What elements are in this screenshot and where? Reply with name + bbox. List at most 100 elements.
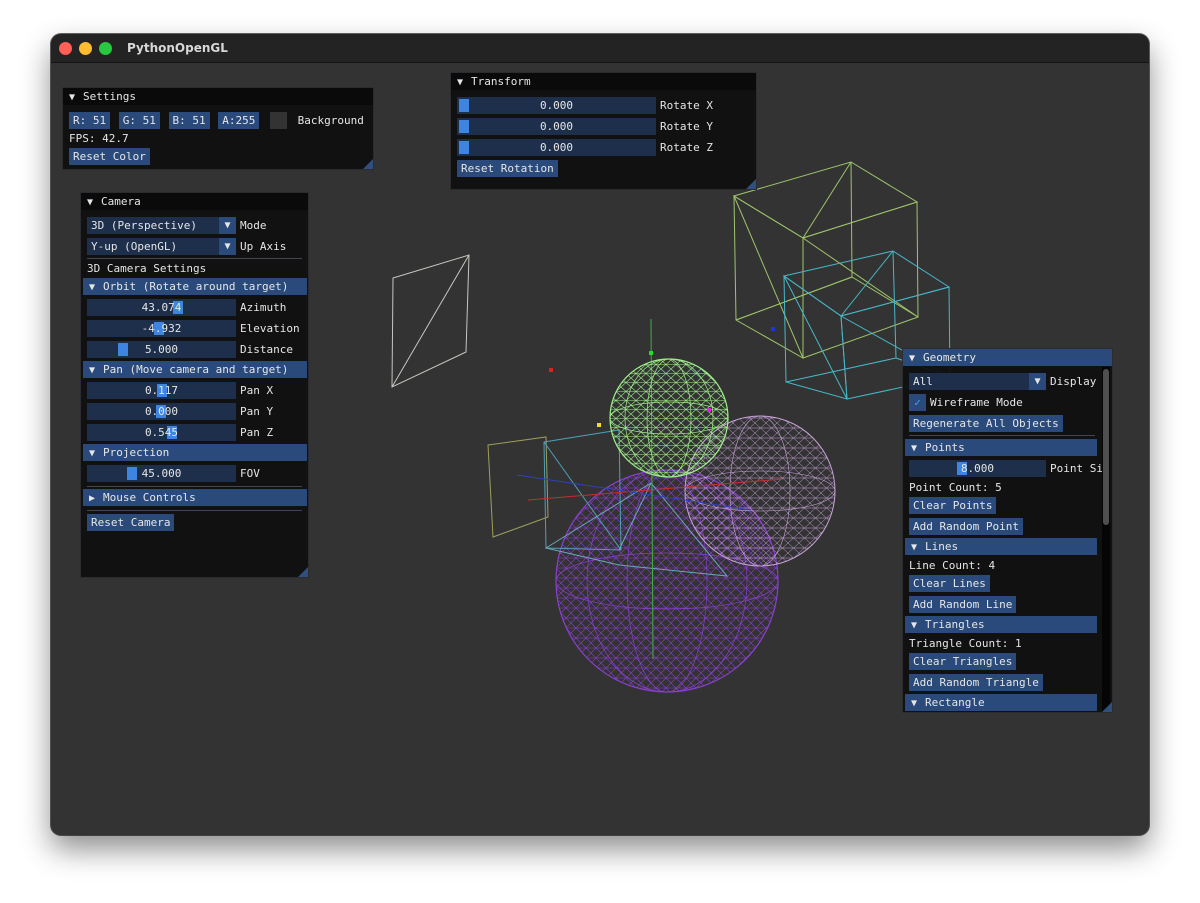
geometry-panel[interactable]: ▼ Geometry All ▼ Display ✓ Wireframe Mode Re…: [902, 348, 1113, 713]
distance-slider[interactable]: 5.000: [87, 341, 236, 358]
slider-grab[interactable]: [459, 99, 469, 112]
elevation-label: Elevation: [240, 322, 300, 335]
up-axis-label: Up Axis: [240, 240, 287, 253]
collapse-arrow-icon[interactable]: ▼: [89, 445, 103, 462]
triangles-header[interactable]: ▼ Triangles: [905, 616, 1097, 633]
wireframe-checkbox[interactable]: ✓: [909, 394, 926, 411]
point-yellow: [597, 423, 601, 427]
camera-settings-label: 3D Camera Settings: [87, 262, 207, 275]
collapse-arrow-icon[interactable]: ▼: [911, 617, 925, 634]
display-dropdown[interactable]: All ▼: [909, 373, 1046, 390]
point-red: [549, 368, 553, 372]
reset-rotation-button[interactable]: Reset Rotation: [457, 160, 558, 177]
transform-panel[interactable]: ▼ Transform 0.000 Rotate X 0.000 Rotate Y 0…: [450, 72, 757, 190]
point-magenta: [707, 408, 711, 412]
collapse-arrow-icon[interactable]: ▼: [69, 89, 83, 106]
collapse-arrow-icon[interactable]: ▼: [911, 440, 925, 457]
points-header[interactable]: ▼ Points: [905, 439, 1097, 456]
point-size-label: Point Si: [1050, 462, 1103, 475]
azimuth-label: Azimuth: [240, 301, 287, 314]
mouse-controls-header[interactable]: ▶ Mouse Controls: [83, 489, 307, 506]
color-b-field[interactable]: B: 51: [168, 112, 210, 129]
close-button[interactable]: [59, 42, 72, 55]
chevron-down-icon[interactable]: ▼: [1029, 373, 1046, 390]
settings-title: Settings: [83, 90, 136, 103]
up-axis-dropdown[interactable]: Y-up (OpenGL) ▼: [87, 238, 236, 255]
chevron-down-icon[interactable]: ▼: [219, 238, 236, 255]
collapse-arrow-icon[interactable]: ▼: [89, 362, 103, 379]
resize-grip[interactable]: [363, 159, 373, 169]
geometry-title: Geometry: [923, 351, 976, 364]
add-random-point-button[interactable]: Add Random Point: [909, 518, 1023, 535]
collapse-arrow-icon[interactable]: ▼: [457, 74, 471, 91]
point-size-slider[interactable]: 8.000: [909, 460, 1046, 477]
projection-header[interactable]: ▼ Projection: [83, 444, 307, 461]
resize-grip[interactable]: [298, 567, 308, 577]
rotate-z-slider[interactable]: 0.000: [457, 139, 656, 156]
camera-panel[interactable]: ▼ Camera 3D (Perspective) ▼ Mode Y-up (Open…: [80, 192, 309, 578]
collapse-arrow-icon[interactable]: ▼: [89, 279, 103, 296]
slider-grab[interactable]: [127, 467, 137, 480]
pan-x-slider[interactable]: 0.117: [87, 382, 236, 399]
geometry-title-bar[interactable]: ▼ Geometry: [903, 349, 1112, 366]
reset-camera-button[interactable]: Reset Camera: [87, 514, 175, 531]
line-count-text: Line Count: 4: [909, 559, 996, 572]
collapse-arrow-icon[interactable]: ▼: [911, 539, 925, 556]
clear-triangles-button[interactable]: Clear Triangles: [909, 653, 1017, 670]
lines-header[interactable]: ▼ Lines: [905, 538, 1097, 555]
elevation-slider[interactable]: -4.932: [87, 320, 236, 337]
add-random-line-button[interactable]: Add Random Line: [909, 596, 1017, 613]
camera-title-bar[interactable]: ▼ Camera: [81, 193, 308, 210]
color-r-field[interactable]: R: 51: [69, 112, 111, 129]
reset-color-button[interactable]: Reset Color: [69, 148, 150, 165]
resize-grip[interactable]: [746, 179, 756, 189]
pan-z-slider[interactable]: 0.545: [87, 424, 236, 441]
maximize-button[interactable]: [99, 42, 112, 55]
display-label: Display: [1050, 375, 1097, 388]
expand-arrow-icon[interactable]: ▶: [89, 490, 103, 507]
slider-grab[interactable]: [118, 343, 128, 356]
pan-header[interactable]: ▼ Pan (Move camera and target): [83, 361, 307, 378]
pan-y-label: Pan Y: [240, 405, 274, 418]
background-color-swatch[interactable]: [270, 112, 287, 129]
window-title: PythonOpenGL: [127, 41, 228, 55]
rectangle-header[interactable]: ▼ Rectangle: [905, 694, 1097, 711]
chevron-down-icon[interactable]: ▼: [219, 217, 236, 234]
rotate-z-label: Rotate Z: [660, 141, 713, 154]
color-a-field[interactable]: A:255: [218, 112, 260, 129]
slider-grab[interactable]: [459, 120, 469, 133]
transform-title-bar[interactable]: ▼ Transform: [451, 73, 756, 90]
minimize-button[interactable]: [79, 42, 92, 55]
title-bar[interactable]: PythonOpenGL: [51, 34, 1149, 63]
pan-y-slider[interactable]: 0.000: [87, 403, 236, 420]
color-g-field[interactable]: G: 51: [118, 112, 160, 129]
orbit-header[interactable]: ▼ Orbit (Rotate around target): [83, 278, 307, 295]
slider-grab[interactable]: [459, 141, 469, 154]
rotate-y-slider[interactable]: 0.000: [457, 118, 656, 135]
distance-label: Distance: [240, 343, 293, 356]
resize-grip[interactable]: [1102, 702, 1112, 712]
fps-readout: FPS: 42.7: [69, 132, 129, 145]
collapse-arrow-icon[interactable]: ▼: [87, 194, 101, 211]
point-blue: [771, 327, 775, 331]
settings-panel[interactable]: ▼ Settings R: 51 G: 51 B: 51 A:255 Backgr…: [62, 87, 374, 170]
fov-slider[interactable]: 45.000: [87, 465, 236, 482]
rotate-x-slider[interactable]: 0.000: [457, 97, 656, 114]
add-random-triangle-button[interactable]: Add Random Triangle: [909, 674, 1043, 691]
geometry-scrollbar[interactable]: [1102, 367, 1110, 712]
settings-title-bar[interactable]: ▼ Settings: [63, 88, 373, 105]
scrollbar-thumb[interactable]: [1103, 369, 1109, 525]
collapse-arrow-icon[interactable]: ▼: [909, 350, 923, 367]
clear-points-button[interactable]: Clear Points: [909, 497, 997, 514]
pan-z-label: Pan Z: [240, 426, 274, 439]
separator: [87, 486, 302, 487]
azimuth-slider[interactable]: 43.074: [87, 299, 236, 316]
camera-mode-dropdown[interactable]: 3D (Perspective) ▼: [87, 217, 236, 234]
pan-x-label: Pan X: [240, 384, 274, 397]
collapse-arrow-icon[interactable]: ▼: [911, 695, 925, 712]
point-green: [649, 351, 653, 355]
regenerate-all-button[interactable]: Regenerate All Objects: [909, 415, 1063, 432]
wire-sphere-green: [609, 358, 729, 478]
fov-label: FOV: [240, 467, 260, 480]
clear-lines-button[interactable]: Clear Lines: [909, 575, 990, 592]
